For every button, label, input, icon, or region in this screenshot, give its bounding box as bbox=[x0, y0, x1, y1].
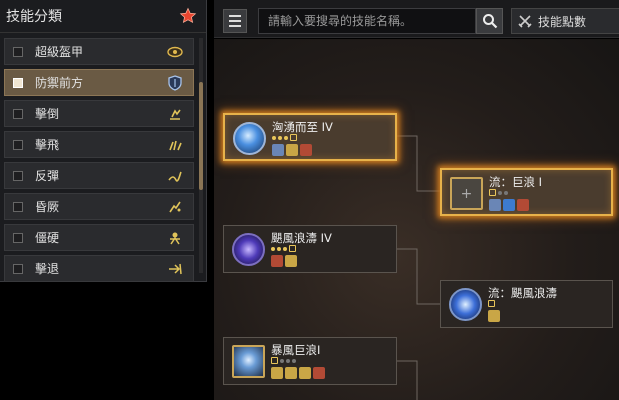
skill-tags bbox=[489, 199, 529, 211]
crossed-swords-icon bbox=[518, 15, 532, 28]
menu-button[interactable] bbox=[223, 9, 247, 33]
bleed-icon bbox=[517, 199, 529, 211]
category-header: 技能分類 bbox=[0, 0, 206, 33]
bleed-icon bbox=[271, 255, 283, 267]
skill-level-stars bbox=[272, 134, 297, 141]
category-checkbox[interactable] bbox=[13, 108, 23, 119]
skill-name: 洶湧而至 IV bbox=[272, 120, 333, 134]
skill-name: 颶風浪濤 IV bbox=[271, 231, 332, 245]
skill-icon bbox=[232, 345, 265, 378]
skill-search-input[interactable] bbox=[258, 8, 476, 34]
skill-icon bbox=[449, 288, 482, 321]
skill-tags bbox=[271, 255, 297, 267]
category-checkbox[interactable] bbox=[13, 139, 23, 150]
category-checkbox[interactable] bbox=[13, 201, 23, 212]
category-item-knockdown[interactable]: 擊倒 bbox=[4, 100, 194, 127]
airborne-icon bbox=[285, 367, 297, 379]
skill-level-stars bbox=[489, 189, 508, 196]
category-checkbox[interactable] bbox=[13, 232, 23, 243]
menu-icon bbox=[229, 15, 241, 17]
category-item-super-armor[interactable]: 超級盔甲 bbox=[4, 38, 194, 65]
skill-icon bbox=[232, 233, 265, 266]
shield-icon bbox=[272, 144, 284, 156]
shield-icon bbox=[168, 75, 182, 91]
category-label: 反彈 bbox=[35, 169, 60, 183]
stiffness-icon bbox=[170, 232, 180, 245]
knockback-icon bbox=[169, 263, 182, 275]
category-label: 僵硬 bbox=[35, 231, 60, 245]
skill-node[interactable]: 暴風巨浪I bbox=[223, 337, 397, 385]
skill-level-stars bbox=[271, 357, 296, 364]
category-checkbox[interactable] bbox=[13, 77, 23, 88]
category-item-airborne[interactable]: 擊飛 bbox=[4, 131, 194, 158]
knockdown-icon bbox=[170, 109, 181, 120]
knockdown-icon bbox=[299, 367, 311, 379]
category-label: 防禦前方 bbox=[35, 76, 84, 90]
category-label: 昏厥 bbox=[35, 200, 60, 214]
skill-icon bbox=[233, 122, 266, 155]
empty-skill-slot-icon: + bbox=[450, 177, 483, 210]
category-label: 擊飛 bbox=[35, 138, 60, 152]
bounce-icon bbox=[168, 171, 182, 182]
bleed-icon bbox=[300, 144, 312, 156]
category-checkbox[interactable] bbox=[13, 170, 23, 181]
skill-points-button[interactable]: 技能點數 bbox=[511, 8, 619, 34]
category-label: 超級盔甲 bbox=[35, 45, 84, 59]
eye-icon bbox=[271, 367, 283, 379]
category-checkbox[interactable] bbox=[13, 263, 23, 274]
search-icon bbox=[482, 14, 497, 29]
favorite-star-icon[interactable] bbox=[178, 6, 198, 26]
skill-tags bbox=[272, 144, 312, 156]
skill-node[interactable]: 流：颶風浪濤 bbox=[440, 280, 613, 328]
skill-points-label: 技能點數 bbox=[538, 14, 587, 29]
category-item-front-defense[interactable]: 防禦前方 bbox=[4, 69, 194, 96]
skill-name: 流：巨浪 I bbox=[489, 175, 543, 189]
skill-node[interactable]: 洶湧而至 IV bbox=[223, 113, 397, 161]
skill-node[interactable]: + 流：巨浪 I bbox=[440, 168, 613, 216]
category-label: 擊倒 bbox=[35, 107, 60, 121]
category-item-bounce[interactable]: 反彈 bbox=[4, 162, 194, 189]
skill-node[interactable]: 颶風浪濤 IV bbox=[223, 225, 397, 273]
skill-name: 流：颶風浪濤 bbox=[488, 286, 557, 300]
category-list: 超級盔甲 防禦前方 擊倒 擊飛 反彈 昏厥 僵硬 擊退 bbox=[4, 38, 194, 286]
eye-icon bbox=[167, 46, 183, 58]
scrollbar-thumb[interactable] bbox=[199, 82, 203, 190]
stun-icon bbox=[169, 201, 181, 213]
skill-toolbar: 技能點數 bbox=[214, 0, 619, 38]
category-label: 擊退 bbox=[35, 262, 60, 276]
knockdown-icon bbox=[488, 310, 500, 322]
category-item-stiffness[interactable]: 僵硬 bbox=[4, 224, 194, 251]
airborne-icon bbox=[169, 140, 182, 151]
skill-tags bbox=[271, 367, 325, 379]
category-checkbox[interactable] bbox=[13, 46, 23, 57]
category-item-stun[interactable]: 昏厥 bbox=[4, 193, 194, 220]
shield-icon bbox=[489, 199, 501, 211]
skill-name: 暴風巨浪I bbox=[271, 343, 321, 357]
category-title: 技能分類 bbox=[6, 9, 62, 25]
search-button[interactable] bbox=[476, 8, 503, 34]
knockback-icon bbox=[285, 255, 297, 267]
knockdown-icon bbox=[286, 144, 298, 156]
wave-icon bbox=[503, 199, 515, 211]
skill-level-stars bbox=[271, 245, 296, 252]
category-scrollbar[interactable] bbox=[199, 38, 203, 273]
skill-tags bbox=[488, 310, 500, 322]
skill-category-panel: 技能分類 超級盔甲 防禦前方 擊倒 擊飛 反彈 昏厥 僵硬 擊退 bbox=[0, 0, 207, 282]
category-item-knockback[interactable]: 擊退 bbox=[4, 255, 194, 282]
skill-tree: 洶湧而至 IV + 流：巨浪 I 颶風浪濤 IV 流：颶風浪濤 暴風巨浪I bbox=[214, 39, 619, 400]
bleed-icon bbox=[313, 367, 325, 379]
skill-level-stars bbox=[488, 300, 495, 307]
